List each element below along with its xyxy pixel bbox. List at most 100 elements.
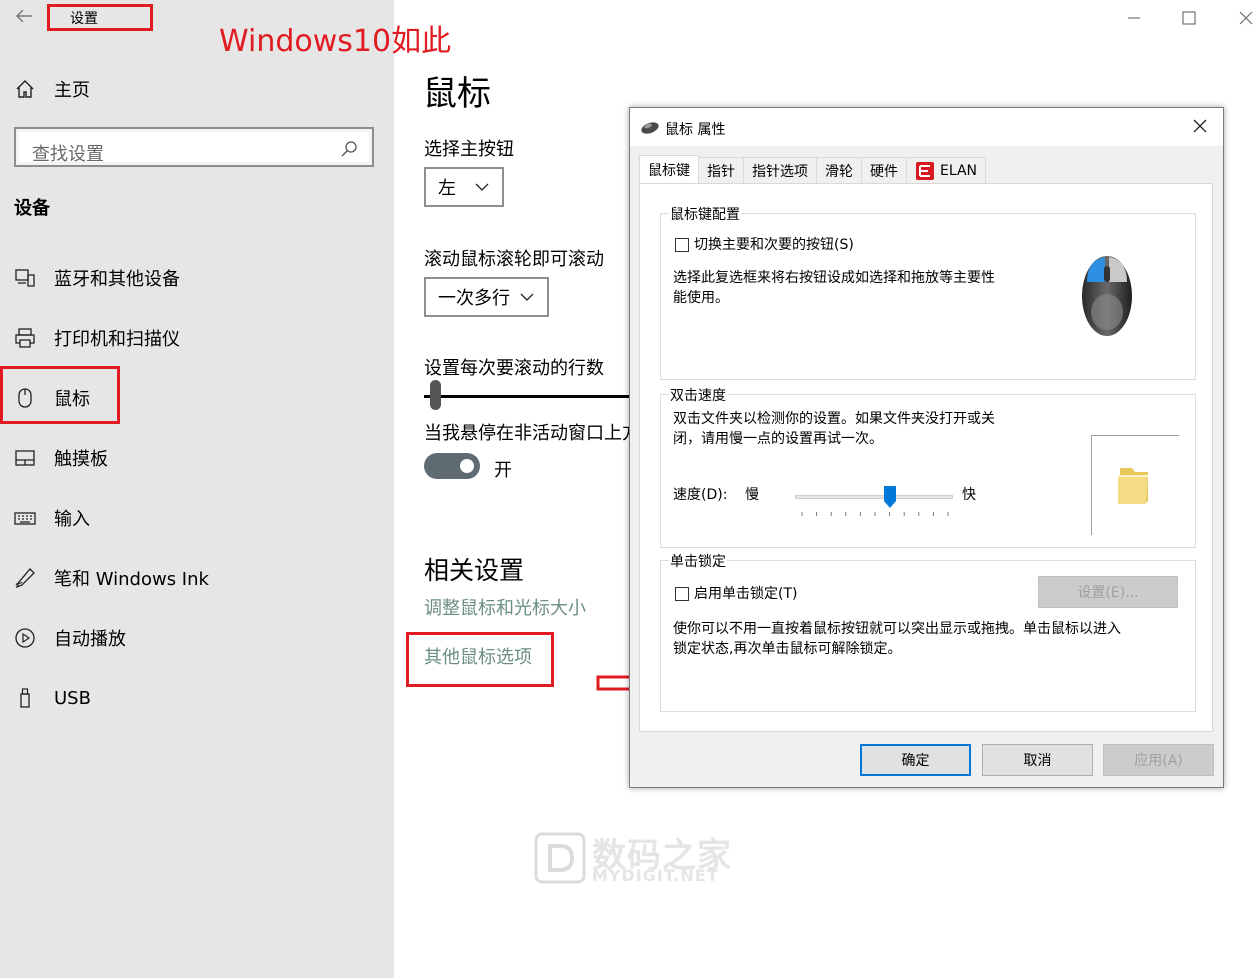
primary-button-dropdown[interactable]: 左	[424, 167, 504, 207]
description-text: 闭，请用慢一点的设置再试一次。	[673, 431, 883, 447]
page-title: 鼠标	[423, 74, 491, 114]
back-arrow-icon[interactable]	[14, 6, 34, 26]
description-text: 选择此复选框来将右按钮设成如选择和拖放等主要性	[673, 270, 995, 286]
sidebar-item-label: 蓝牙和其他设备	[54, 269, 180, 290]
scroll-mode-dropdown[interactable]: 一次多行	[424, 277, 549, 317]
cancel-button[interactable]: 取消	[982, 744, 1093, 776]
switch-buttons-checkbox[interactable]	[675, 238, 689, 252]
button-config-group: 鼠标键配置 切换主要和次要的按钮(S) 选择此复选框来将右按钮设成如选择和拖放等…	[660, 204, 1196, 380]
dialog-title: 鼠标 属性	[665, 122, 726, 138]
sidebar-item-home[interactable]: 主页	[14, 76, 90, 102]
group-title: 单击锁定	[669, 551, 727, 571]
sidebar-item-label: 打印机和扫描仪	[54, 329, 180, 350]
settings-sidebar: 设置 主页 查找设置 设备 蓝牙和其他设备 打印机和扫描仪 鼠标 触摸板 输入 …	[0, 0, 394, 978]
search-input[interactable]: 查找设置	[14, 127, 374, 167]
watermark-logo-icon	[534, 832, 586, 884]
sidebar-item-mouse[interactable]: 鼠标	[14, 385, 90, 411]
tab-buttons[interactable]: 鼠标键	[639, 155, 699, 183]
sidebar-item-label: 触摸板	[54, 449, 108, 470]
title-annotation-box	[47, 4, 153, 31]
search-placeholder: 查找设置	[32, 144, 104, 165]
tab-label: ELAN	[940, 162, 978, 179]
ok-button[interactable]: 确定	[860, 744, 971, 776]
home-icon	[14, 78, 36, 100]
sidebar-item-label: 输入	[54, 509, 90, 530]
sidebar-item-label: 笔和 Windows Ink	[54, 569, 209, 590]
sidebar-item-typing[interactable]: 输入	[14, 505, 90, 531]
description-text: 使你可以不用一直按着鼠标按钮就可以突出显示或拖拽。单击鼠标以进入	[673, 621, 1121, 637]
sidebar-item-autoplay[interactable]: 自动播放	[14, 625, 126, 651]
dropdown-value: 一次多行	[438, 288, 510, 309]
double-click-group: 双击速度 双击文件夹以检测你的设置。如果文件夹没打开或关 闭，请用慢一点的设置再…	[660, 385, 1196, 548]
tab-panel-buttons: 鼠标键配置 切换主要和次要的按钮(S) 选择此复选框来将右按钮设成如选择和拖放等…	[639, 183, 1213, 732]
maximize-icon[interactable]	[1179, 8, 1199, 28]
section-heading: 设备	[14, 198, 50, 219]
additional-mouse-options-link[interactable]: 其他鼠标选项	[424, 643, 532, 669]
click-lock-group: 单击锁定 启用单击锁定(T) 设置(E)... 使你可以不用一直按着鼠标按钮就可…	[660, 551, 1196, 712]
mouse-illustration-icon	[1082, 256, 1132, 336]
dialog-titlebar: 鼠标 属性	[630, 108, 1223, 146]
elan-logo-icon	[916, 161, 934, 180]
usb-icon	[14, 687, 36, 709]
click-lock-settings-button[interactable]: 设置(E)...	[1038, 576, 1178, 608]
scroll-lines-label: 设置每次要滚动的行数	[424, 358, 604, 379]
sidebar-item-label: 自动播放	[54, 629, 126, 650]
tab-elan[interactable]: ELAN	[906, 157, 987, 183]
double-click-speed-slider[interactable]	[795, 495, 953, 499]
related-settings-heading: 相关设置	[424, 556, 525, 585]
window-title: 设置	[70, 11, 98, 27]
touchpad-icon	[14, 447, 36, 469]
sidebar-item-label: USB	[54, 687, 91, 709]
description-text: 能使用。	[673, 290, 729, 306]
scroll-lines-slider[interactable]	[424, 395, 634, 398]
inactive-scroll-label: 当我悬停在非活动窗口上方	[424, 423, 640, 444]
sidebar-item-pen[interactable]: 笔和 Windows Ink	[14, 565, 209, 591]
sidebar-item-usb[interactable]: USB	[14, 685, 91, 711]
autoplay-icon	[14, 627, 36, 649]
minimize-icon[interactable]	[1124, 8, 1144, 28]
adjust-cursor-link[interactable]: 调整鼠标和光标大小	[424, 594, 586, 620]
inactive-scroll-toggle[interactable]	[424, 453, 480, 479]
primary-button-label: 选择主按钮	[424, 139, 514, 160]
mouse-properties-dialog: 鼠标 属性 鼠标键 指针 指针选项 滑轮 硬件 ELAN 鼠标键配置 切换主要和…	[629, 107, 1224, 788]
pen-icon	[14, 567, 36, 589]
click-lock-checkbox[interactable]	[675, 587, 689, 601]
watermark-url: MYDIGIT.NET	[592, 866, 719, 885]
fast-label: 快	[962, 487, 976, 503]
chevron-down-icon	[519, 289, 535, 305]
dialog-tabs: 鼠标键 指针 指针选项 滑轮 硬件 ELAN	[639, 155, 987, 183]
watermark: 数码之家 MYDIGIT.NET	[530, 826, 731, 890]
annotation-note: Windows10如此	[219, 24, 452, 59]
folder-icon[interactable]	[1114, 462, 1154, 506]
tab-pointer-options[interactable]: 指针选项	[743, 157, 817, 183]
sidebar-item-touchpad[interactable]: 触摸板	[14, 445, 108, 471]
sidebar-item-printers[interactable]: 打印机和扫描仪	[14, 325, 180, 351]
speed-slider-thumb[interactable]	[883, 486, 896, 508]
keyboard-icon	[14, 507, 36, 529]
scroll-mode-label: 滚动鼠标滚轮即可滚动	[424, 249, 604, 270]
test-folder-area[interactable]	[1091, 435, 1179, 535]
speed-label: 速度(D):	[673, 487, 728, 503]
tab-pointers[interactable]: 指针	[698, 157, 744, 183]
sidebar-item-label: 主页	[54, 80, 90, 101]
group-title: 鼠标键配置	[669, 204, 741, 224]
slider-ticks	[801, 512, 949, 516]
slow-label: 慢	[745, 487, 759, 503]
close-icon[interactable]	[1236, 8, 1256, 28]
sidebar-item-bluetooth[interactable]: 蓝牙和其他设备	[14, 265, 180, 291]
close-icon[interactable]	[1191, 117, 1209, 135]
sidebar-item-label: 鼠标	[54, 389, 90, 410]
description-text: 锁定状态,再次单击鼠标可解除锁定。	[673, 641, 902, 657]
checkbox-label: 切换主要和次要的按钮(S)	[694, 237, 854, 253]
search-icon[interactable]	[340, 140, 358, 158]
tab-hardware[interactable]: 硬件	[861, 157, 907, 183]
bluetooth-devices-icon	[14, 267, 36, 289]
apply-button[interactable]: 应用(A)	[1103, 744, 1214, 776]
mouse-icon	[14, 387, 36, 409]
tab-wheel[interactable]: 滑轮	[816, 157, 862, 183]
chevron-down-icon	[474, 179, 490, 195]
group-title: 双击速度	[669, 385, 727, 405]
description-text: 双击文件夹以检测你的设置。如果文件夹没打开或关	[673, 411, 995, 427]
scroll-lines-slider-thumb[interactable]	[429, 380, 441, 410]
toggle-state-label: 开	[494, 460, 512, 481]
